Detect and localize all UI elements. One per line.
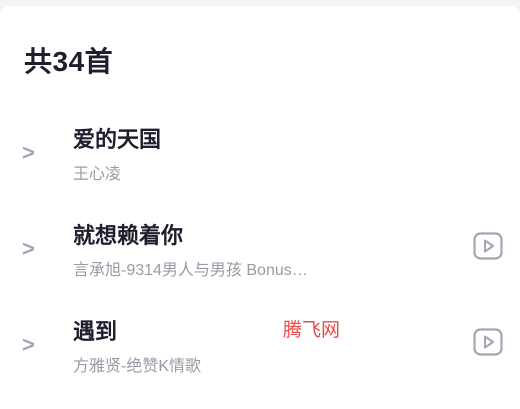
song-artist: 王心凌	[73, 166, 122, 183]
song-count-title: 共34首	[24, 46, 114, 77]
song-list-item[interactable]: > 爱的天国 王心凌	[0, 114, 520, 204]
song-title: 就想赖着你	[73, 223, 184, 248]
song-list-item[interactable]: > 就想赖着你 言承旭-9314男人与男孩 Bonus…	[0, 210, 520, 300]
watermark-text: 腾飞网	[283, 319, 341, 341]
song-list-panel: 共34首 > 爱的天国 王心凌 > 就想赖着你 言承旭-9314男人与男孩 Bo…	[0, 6, 520, 409]
song-artist: 言承旭-9314男人与男孩 Bonus…	[73, 262, 308, 279]
chevron-right-icon[interactable]: >	[22, 140, 35, 166]
song-artist: 方雅贤-绝赞K情歌	[73, 358, 202, 375]
play-video-icon[interactable]	[473, 328, 503, 356]
song-title: 遇到	[73, 319, 118, 344]
song-list-item[interactable]: > 遇到 方雅贤-绝赞K情歌	[0, 306, 520, 396]
song-title: 爱的天国	[73, 127, 162, 152]
play-video-icon[interactable]	[473, 232, 503, 260]
chevron-right-icon[interactable]: >	[22, 236, 35, 262]
chevron-right-icon[interactable]: >	[22, 332, 35, 358]
